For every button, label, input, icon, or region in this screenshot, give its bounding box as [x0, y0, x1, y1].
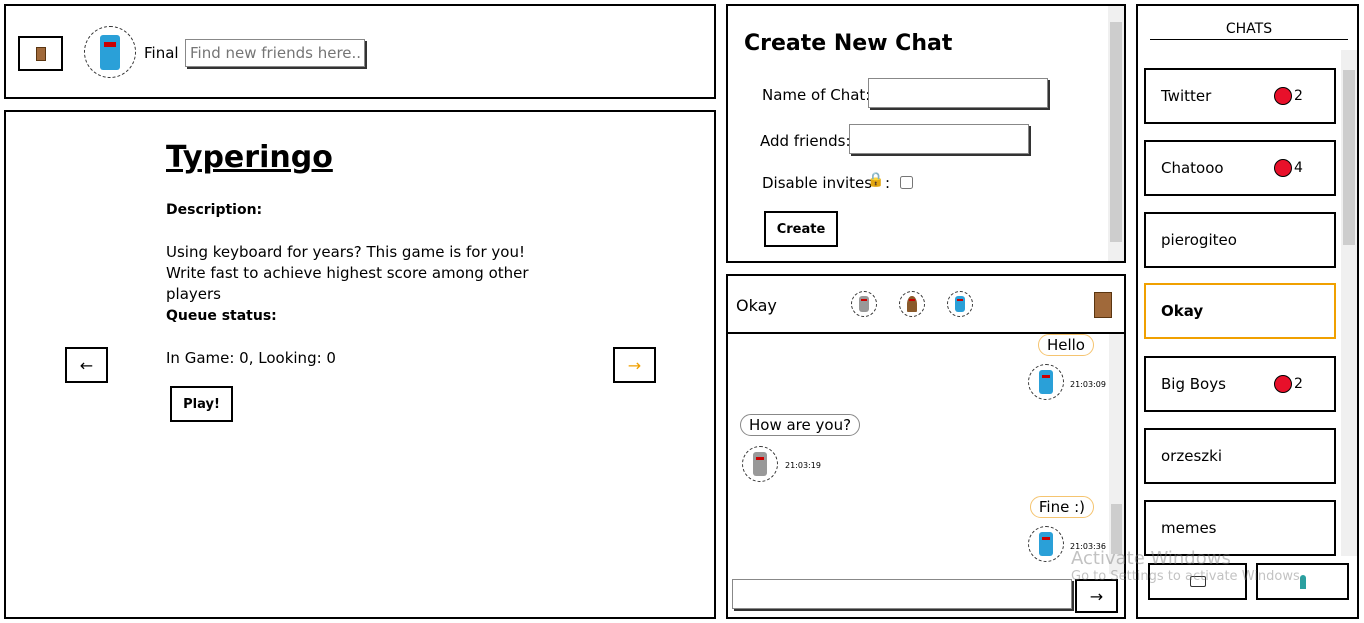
- message-avatar: [1028, 526, 1064, 562]
- chat-item-label: Big Boys: [1161, 375, 1226, 393]
- unread-badge: 4: [1274, 159, 1303, 177]
- message-bubble: Hello: [1037, 334, 1094, 356]
- add-friends-input[interactable]: [849, 124, 1029, 154]
- friend-search-input[interactable]: [185, 39, 365, 67]
- chat-bubble-icon: [1189, 576, 1206, 587]
- message-avatar: [1028, 364, 1064, 400]
- chat-item-orzeszki[interactable]: orzeszki: [1144, 428, 1336, 484]
- create-chat-panel: Create New Chat Name of Chat: Add friend…: [726, 4, 1126, 263]
- message-time: 21:03:09: [1070, 380, 1106, 389]
- person-icon: [1299, 574, 1306, 589]
- queue-status: In Game: 0, Looking: 0: [166, 349, 336, 367]
- colon: :: [885, 174, 891, 192]
- lock-icon: 🔒: [867, 172, 885, 188]
- chat-item-label: Chatooo: [1161, 159, 1224, 177]
- chat-item-label: memes: [1161, 519, 1217, 537]
- description-label: Description:: [166, 202, 263, 218]
- message-time: 21:03:36: [1070, 542, 1106, 551]
- play-button[interactable]: Play!: [170, 386, 233, 422]
- message-avatar: [742, 446, 778, 482]
- door-icon: [35, 46, 46, 61]
- chat-item-memes[interactable]: memes: [1144, 500, 1336, 556]
- chat-name-input[interactable]: [868, 78, 1048, 108]
- chat-item-big-boys[interactable]: Big Boys 2: [1144, 356, 1336, 412]
- chat-panel: Okay Hello 21:03:09 How are you? 21:03:1…: [726, 274, 1126, 619]
- leave-chat-door-icon[interactable]: [1094, 292, 1112, 318]
- scrollbar[interactable]: [1108, 6, 1124, 261]
- previous-game-button[interactable]: ←: [65, 347, 108, 383]
- chat-header: Okay: [728, 276, 1124, 334]
- message-bubble: Fine :): [1029, 496, 1094, 518]
- message-input[interactable]: [732, 579, 1072, 609]
- create-button[interactable]: Create: [764, 211, 838, 247]
- member-avatar[interactable]: [851, 291, 877, 317]
- chat-item-label: orzeszki: [1161, 447, 1222, 465]
- chat-item-chatooo[interactable]: Chatooo 4: [1144, 140, 1336, 196]
- game-title: Typeringo: [166, 140, 333, 175]
- chat-item-label: Okay: [1161, 302, 1204, 320]
- chat-item-label: pierogiteo: [1161, 231, 1237, 249]
- new-chat-button[interactable]: [1148, 563, 1247, 600]
- message-bubble: How are you?: [740, 414, 861, 436]
- chat-item-twitter[interactable]: Twitter 2: [1144, 68, 1336, 124]
- messages-scrollbar[interactable]: [1109, 334, 1124, 574]
- disable-invites-label: Disable invites: [762, 174, 873, 192]
- next-game-button[interactable]: →: [613, 347, 656, 383]
- top-bar: Final: [4, 4, 716, 99]
- user-avatar[interactable]: [84, 26, 136, 78]
- chats-scrollbar[interactable]: [1341, 50, 1357, 556]
- chat-name: Okay: [736, 296, 777, 315]
- logout-button[interactable]: [18, 36, 63, 71]
- message-time: 21:03:19: [785, 461, 821, 470]
- create-chat-title: Create New Chat: [744, 31, 953, 56]
- queue-label: Queue status:: [166, 308, 277, 324]
- chat-name-label: Name of Chat:: [762, 86, 871, 104]
- game-panel: Typeringo Description: Using keyboard fo…: [4, 110, 716, 619]
- unread-badge: 2: [1274, 375, 1303, 393]
- chats-title: CHATS: [1150, 21, 1348, 40]
- chat-item-pierogiteo[interactable]: pierogiteo: [1144, 212, 1336, 268]
- member-avatar[interactable]: [947, 291, 973, 317]
- chat-item-okay[interactable]: Okay: [1144, 283, 1336, 339]
- add-friends-label: Add friends:: [760, 132, 851, 150]
- chat-item-label: Twitter: [1161, 87, 1212, 105]
- send-button[interactable]: →: [1075, 579, 1118, 613]
- unread-badge: 2: [1274, 87, 1303, 105]
- username: Final: [144, 44, 179, 62]
- game-description: Using keyboard for years? This game is f…: [166, 243, 529, 303]
- friends-button[interactable]: [1256, 563, 1349, 600]
- disable-invites-checkbox[interactable]: [900, 176, 913, 189]
- chats-sidebar: CHATS Twitter 2 Chatooo 4 pierogiteo Okay …: [1136, 4, 1359, 619]
- member-avatar[interactable]: [899, 291, 925, 317]
